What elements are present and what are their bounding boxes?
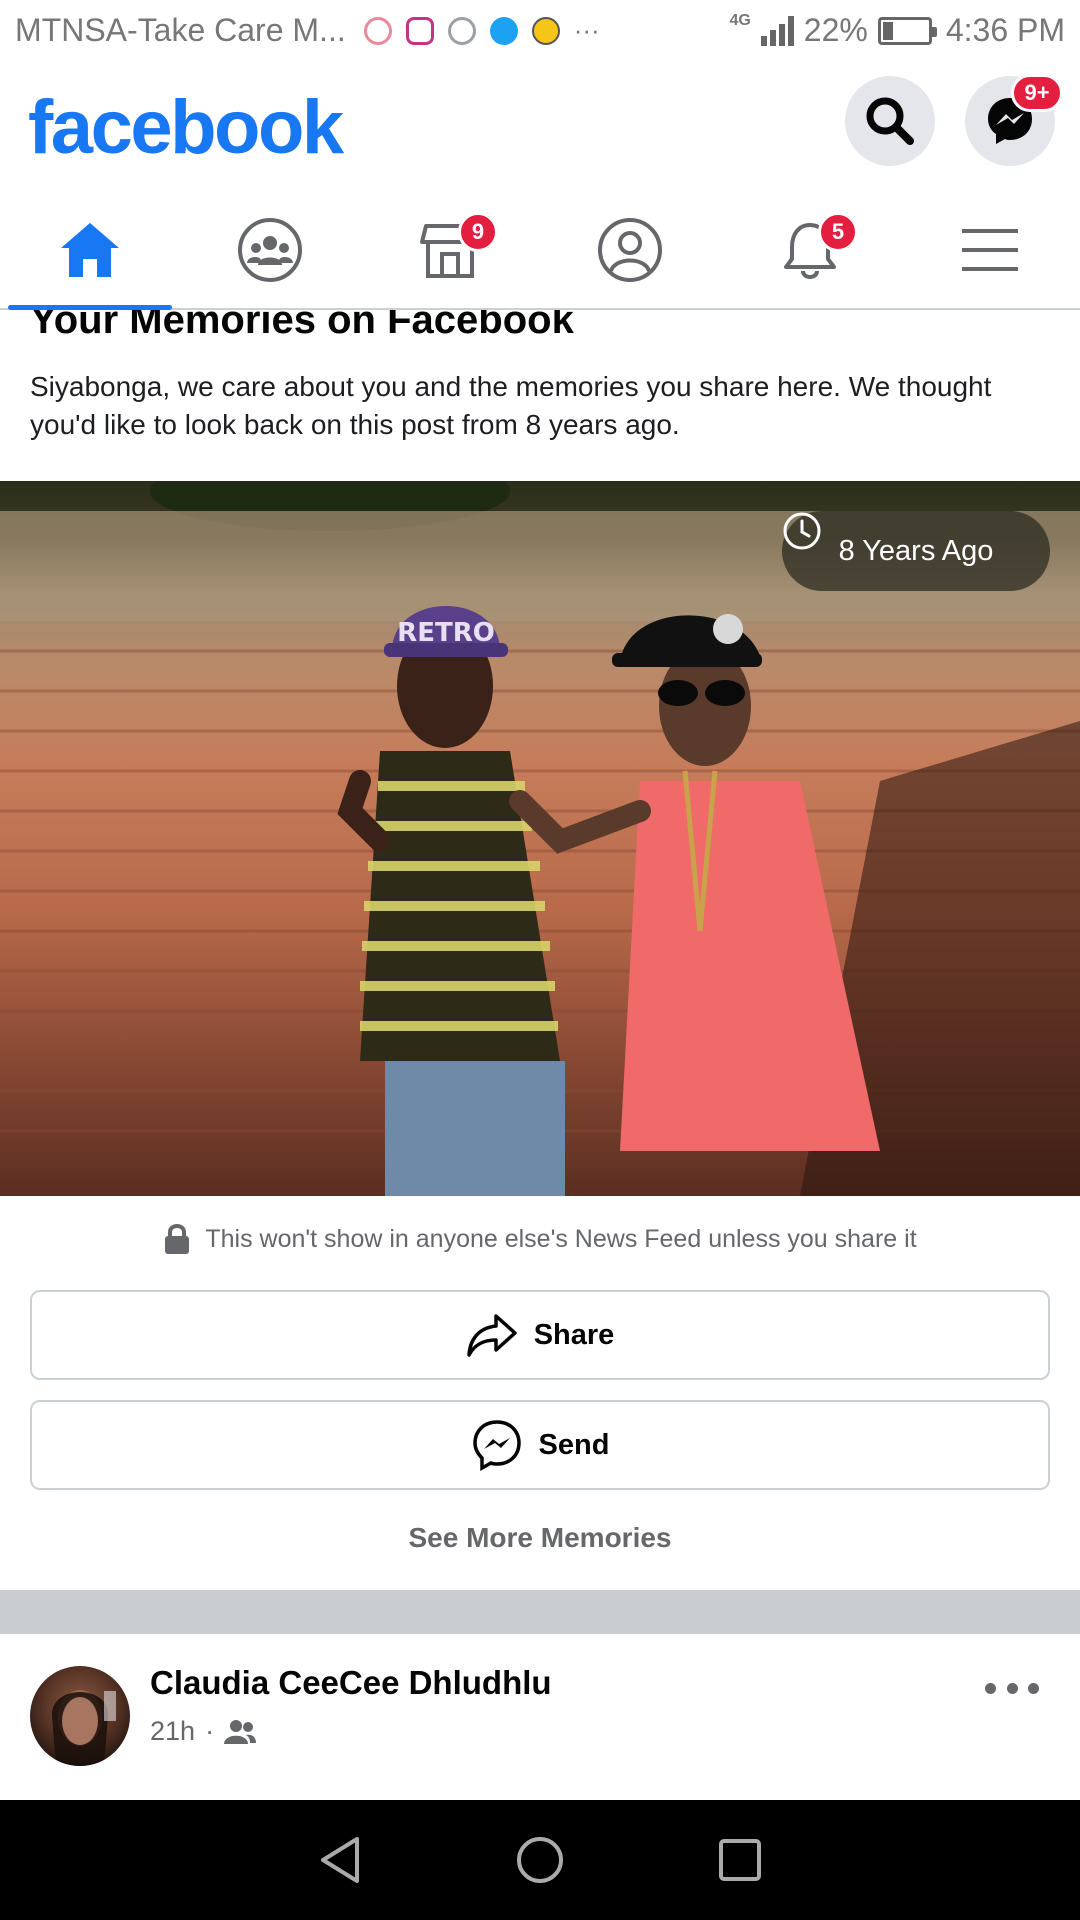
memories-title: Your Memories on Facebook (30, 310, 574, 342)
feed-separator (0, 1590, 1080, 1634)
system-nav-bar (0, 1800, 1080, 1920)
home-icon (61, 223, 119, 277)
time-ago-pill: 8 Years Ago (782, 511, 1050, 591)
memory-photo[interactable]: RETRO 8 Years Ago (0, 481, 1080, 1196)
search-button[interactable] (845, 76, 935, 166)
hamburger-menu-icon (962, 229, 1018, 271)
dot (985, 1682, 996, 1694)
send-button[interactable]: Send (30, 1400, 1050, 1490)
messenger-button[interactable]: 9+ (965, 74, 1063, 166)
tab-home[interactable] (0, 192, 180, 310)
friends-icon (224, 1719, 257, 1744)
dot (1006, 1682, 1018, 1694)
status-bar: MTNSA-Take Care M... ··· 4G 22% 4:36 PM (0, 0, 1080, 62)
battery-icon (877, 16, 937, 45)
carrier-name: MTNSA-Take Care M... (15, 12, 346, 48)
app-header: facebook 9+ (0, 62, 1080, 192)
recents-icon (719, 1839, 761, 1881)
instagram-icon (405, 16, 434, 45)
post-options-button[interactable] (985, 1670, 1039, 1706)
clock: 4:36 PM (945, 12, 1065, 48)
send-label: Send (538, 1428, 610, 1461)
home-circle-icon (517, 1837, 563, 1883)
notifications-badge: 5 (818, 212, 858, 252)
tab-notifications[interactable]: 5 (720, 192, 900, 308)
emoji-icon (531, 16, 560, 45)
time-ago-text: 8 Years Ago (838, 534, 994, 567)
profile-icon (598, 218, 662, 282)
privacy-text: This won't show in anyone else's News Fe… (205, 1224, 917, 1253)
memories-card: Your Memories on Facebook Siyabonga, we … (0, 310, 1080, 1590)
messenger-badge: 9+ (1011, 74, 1063, 112)
share-arrow-icon (466, 1314, 517, 1357)
marketplace-badge: 9 (458, 212, 498, 252)
dot (1028, 1682, 1039, 1694)
tab-profile[interactable] (540, 192, 720, 308)
post-author[interactable]: Claudia CeeCee Dhludhlu (150, 1664, 552, 1702)
alarm-icon (363, 16, 392, 45)
main-nav-tabs: 9 5 (0, 192, 1080, 310)
post-meta: 21h · (150, 1716, 257, 1747)
lock-icon (165, 1224, 190, 1254)
network-type: 4G (729, 12, 751, 29)
search-icon (866, 97, 914, 145)
recents-button[interactable] (710, 1830, 770, 1890)
clock-icon (783, 512, 821, 550)
cap-text: RETRO (397, 618, 495, 648)
avatar-image (51, 1690, 116, 1766)
tab-menu[interactable] (900, 192, 1080, 308)
share-button[interactable]: Share (30, 1290, 1050, 1380)
meta-separator: · (205, 1716, 215, 1746)
post-header: Claudia CeeCee Dhludhlu 21h · (0, 1634, 1080, 1800)
twitter-icon (489, 16, 518, 45)
back-icon (321, 1837, 359, 1883)
see-more-memories-link[interactable]: See More Memories (0, 1522, 1080, 1554)
messenger-icon (472, 1420, 521, 1471)
more-notifications-icon: ··· (573, 15, 600, 45)
avatar[interactable] (30, 1666, 130, 1766)
back-button[interactable] (310, 1830, 370, 1890)
privacy-note: This won't show in anyone else's News Fe… (0, 1223, 1080, 1255)
signal-icon (760, 15, 794, 46)
memories-description: Siyabonga, we care about you and the mem… (30, 371, 992, 440)
share-label: Share (533, 1318, 615, 1351)
home-button[interactable] (510, 1830, 570, 1890)
battery-percent: 22% (803, 12, 868, 48)
post-time[interactable]: 21h (150, 1716, 195, 1747)
tab-groups[interactable] (180, 192, 360, 308)
google-icon (447, 16, 476, 45)
tab-marketplace[interactable]: 9 (360, 192, 540, 308)
groups-icon (238, 218, 302, 282)
facebook-logo[interactable]: facebook (28, 84, 344, 171)
